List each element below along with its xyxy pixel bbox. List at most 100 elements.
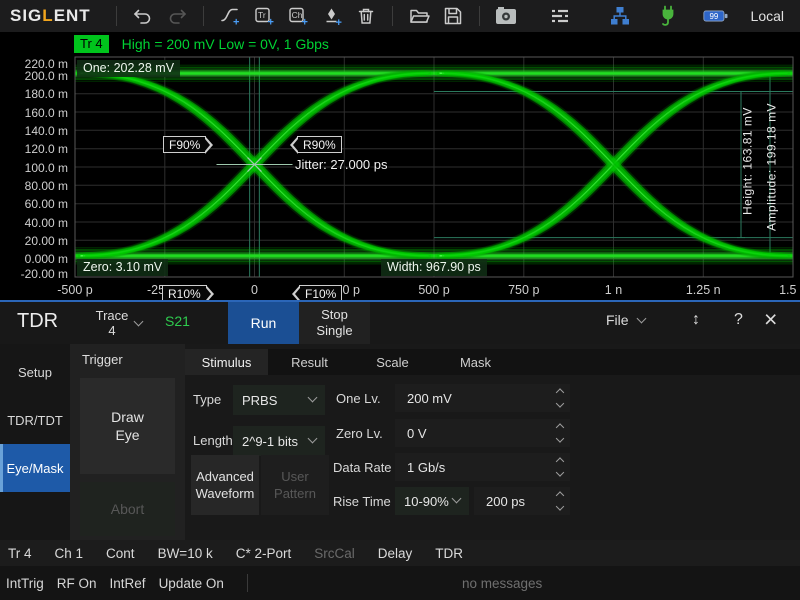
run-button[interactable]: Run xyxy=(228,302,299,344)
svg-text:+: + xyxy=(267,17,273,28)
tab-scale[interactable]: Scale xyxy=(351,349,434,375)
undo-icon[interactable] xyxy=(130,3,156,29)
status-cal[interactable]: C* 2-Port xyxy=(236,546,292,561)
add-marker-icon[interactable]: + xyxy=(319,3,345,29)
abort-button[interactable]: Abort xyxy=(80,482,175,536)
rise-time-input[interactable]: 200 ps xyxy=(474,487,570,515)
toolbar-separator xyxy=(203,6,204,26)
trigger-section: Trigger Draw Eye Abort xyxy=(70,344,185,540)
zero-level-input[interactable]: 0 V xyxy=(395,419,570,447)
status-trace[interactable]: Tr 4 xyxy=(8,546,32,561)
x-tick-label: -500 p xyxy=(49,283,101,297)
stimulus-content: Stimulus Result Scale Mask Type PRBS Len… xyxy=(185,344,800,540)
data-rate-input[interactable]: 1 Gb/s xyxy=(395,453,570,481)
trace-selector-dropdown[interactable]: Trace4 xyxy=(80,304,158,342)
y-tick-label: 160.0 m xyxy=(0,106,68,120)
spinner-arrows-icon[interactable] xyxy=(557,390,563,407)
trace-selector-value: 4 xyxy=(108,323,115,338)
fall-90-flag: F90% xyxy=(163,136,206,153)
type-dropdown[interactable]: PRBS xyxy=(233,385,325,415)
sidebar-item-eye-mask[interactable]: Eye/Mask xyxy=(0,444,70,492)
trace-info-text: High = 200 mV Low = 0V, 1 Gbps xyxy=(122,36,329,52)
x-tick-label: 1.5 n xyxy=(767,283,800,297)
msg-intref: IntRef xyxy=(110,576,146,591)
toolbar-separator xyxy=(392,6,393,26)
svg-text:Tr: Tr xyxy=(258,10,266,20)
tab-result[interactable]: Result xyxy=(268,349,351,375)
panel-resize-button[interactable]: ↕ xyxy=(692,311,700,329)
local-mode-label[interactable]: Local xyxy=(751,8,784,24)
file-menu[interactable]: File xyxy=(606,312,645,328)
status-delay[interactable]: Delay xyxy=(378,546,413,561)
toolbar-separator xyxy=(479,6,480,26)
chevron-down-icon xyxy=(452,494,462,504)
spinner-arrows-icon[interactable] xyxy=(557,493,563,510)
x-tick-label: 0 xyxy=(229,283,281,297)
screenshot-camera-icon[interactable] xyxy=(493,3,519,29)
trigger-title: Trigger xyxy=(70,344,185,367)
status-tdr[interactable]: TDR xyxy=(435,546,463,561)
trace-selector-label: Trace xyxy=(96,308,129,323)
panel-sidebar: Setup TDR/TDT Eye/Mask xyxy=(0,344,70,540)
add-measurement-icon[interactable]: + xyxy=(217,3,243,29)
redo-icon[interactable] xyxy=(164,3,190,29)
tab-mask[interactable]: Mask xyxy=(434,349,517,375)
top-toolbar: SIGLENT + Tr+ Ch+ + xyxy=(0,0,800,32)
power-plug-icon[interactable] xyxy=(655,3,681,29)
tab-stimulus[interactable]: Stimulus xyxy=(185,349,268,375)
spinner-arrows-icon[interactable] xyxy=(557,459,563,476)
spinner-arrows-icon[interactable] xyxy=(557,425,563,442)
status-cont[interactable]: Cont xyxy=(106,546,135,561)
status-srccal[interactable]: SrcCal xyxy=(314,546,355,561)
y-tick-label: 120.0 m xyxy=(0,142,68,156)
sidebar-item-setup[interactable]: Setup xyxy=(0,348,70,396)
help-button[interactable]: ? xyxy=(734,311,743,329)
stop-single-button[interactable]: Stop Single xyxy=(299,302,370,344)
add-trace-icon[interactable]: Tr+ xyxy=(251,3,277,29)
y-tick-label: 140.0 m xyxy=(0,124,68,138)
message-bar: IntTrig RF On IntRef Update On no messag… xyxy=(0,566,800,600)
status-bandwidth[interactable]: BW=10 k xyxy=(158,546,213,561)
rise-time-range-dropdown[interactable]: 10-90% xyxy=(395,487,469,515)
battery-icon[interactable]: 99 xyxy=(703,3,729,29)
status-bar: Tr 4 Ch 1 Cont BW=10 k C* 2-Port SrcCal … xyxy=(0,540,800,566)
eye-diagram-canvas xyxy=(0,55,800,280)
data-rate-label: Data Rate xyxy=(333,453,392,483)
rise-90-flag: R90% xyxy=(297,136,342,153)
one-level-label: One: 202.28 mV xyxy=(77,60,180,77)
msg-update-on: Update On xyxy=(159,576,224,591)
rise-time-label: Rise Time xyxy=(333,487,391,517)
eye-diagram-plot: 220.0 m200.0 m180.0 m160.0 m140.0 m120.0… xyxy=(0,55,800,300)
panel-title: TDR xyxy=(17,310,58,333)
network-icon[interactable] xyxy=(607,3,633,29)
status-channel[interactable]: Ch 1 xyxy=(55,546,84,561)
y-tick-label: 200.0 m xyxy=(0,69,68,83)
length-dropdown[interactable]: 2^9-1 bits xyxy=(233,426,325,456)
advanced-waveform-button[interactable]: Advanced Waveform xyxy=(191,455,259,515)
toolbar-separator xyxy=(116,6,117,26)
menu-icon[interactable] xyxy=(547,3,573,29)
sidebar-item-tdr-tdt[interactable]: TDR/TDT xyxy=(0,396,70,444)
user-pattern-button[interactable]: User Pattern xyxy=(261,455,329,515)
x-tick-label: 500 p xyxy=(408,283,460,297)
save-icon[interactable] xyxy=(440,3,466,29)
open-file-icon[interactable] xyxy=(406,3,432,29)
y-tick-label: -20.00 m xyxy=(0,267,68,281)
add-channel-icon[interactable]: Ch+ xyxy=(285,3,311,29)
one-level-input[interactable]: 200 mV xyxy=(395,384,570,412)
instrument-screen: SIGLENT + Tr+ Ch+ + xyxy=(0,0,800,600)
y-tick-label: 180.0 m xyxy=(0,87,68,101)
zero-level-form-label: Zero Lv. xyxy=(336,419,383,449)
close-panel-button[interactable]: × xyxy=(764,306,777,333)
draw-eye-button[interactable]: Draw Eye xyxy=(80,378,175,474)
x-tick-label: 1 n xyxy=(588,283,640,297)
delete-trash-icon[interactable] xyxy=(353,3,379,29)
chevron-down-icon xyxy=(134,316,144,326)
one-level-form-label: One Lv. xyxy=(336,384,381,414)
msg-rf-on: RF On xyxy=(57,576,97,591)
trace-badge[interactable]: Tr 4 xyxy=(74,35,109,53)
y-tick-label: 80.00 m xyxy=(0,179,68,193)
jitter-label: Jitter: 27.000 ps xyxy=(295,157,388,172)
chevron-down-icon xyxy=(308,434,318,444)
panel-header: TDR Trace4 S21 Run Stop Single File ↕ ? … xyxy=(0,302,800,344)
